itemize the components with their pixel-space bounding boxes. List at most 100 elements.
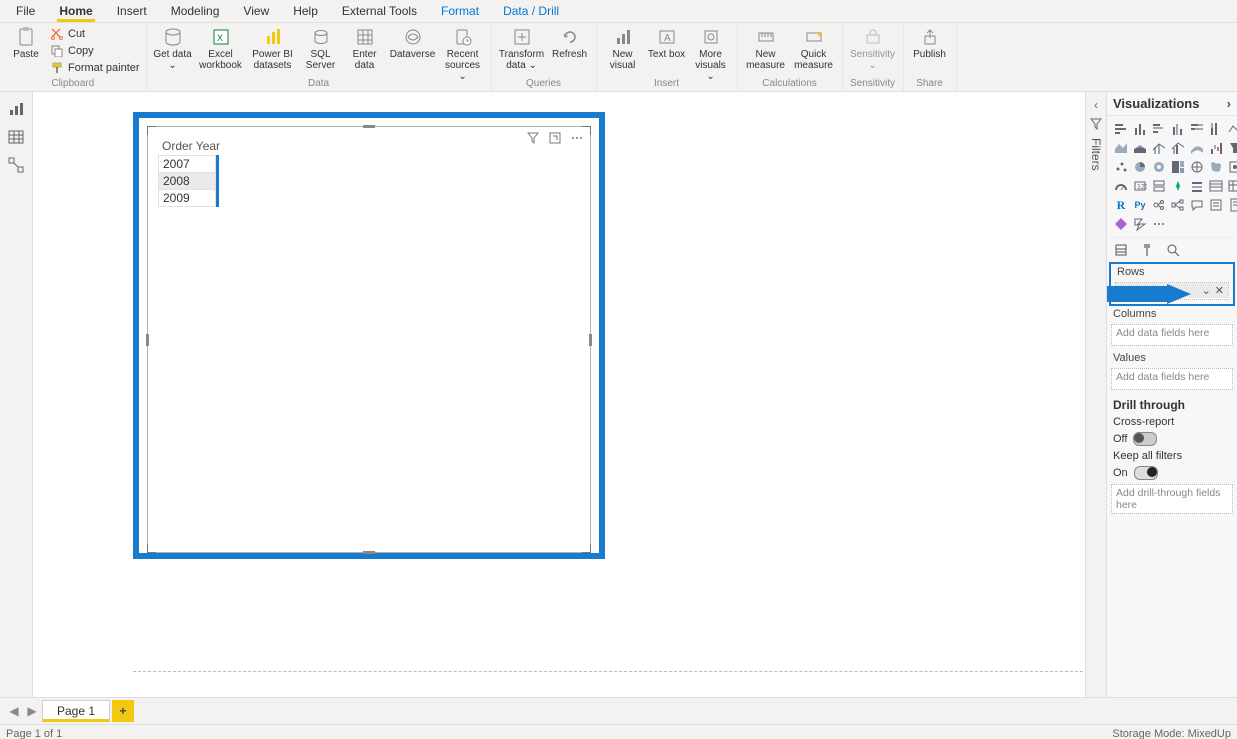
field-chevron-down-icon[interactable]: ⌄ <box>1202 284 1211 297</box>
page-prev-button[interactable]: ◀ <box>6 704 22 718</box>
powerautomate-icon[interactable] <box>1132 216 1148 232</box>
tab-data-drill[interactable]: Data / Drill <box>491 2 571 22</box>
sensitivity-button[interactable]: Sensitivity ⌄ <box>849 23 897 71</box>
report-page[interactable]: Order Year 2007 2008 2009 <box>133 112 1085 672</box>
waterfall-icon[interactable] <box>1208 140 1224 156</box>
powerapps-icon[interactable] <box>1113 216 1129 232</box>
clustered-bar-icon[interactable] <box>1151 121 1167 137</box>
refresh-button[interactable]: Refresh <box>550 23 590 60</box>
paste-label: Paste <box>13 49 39 60</box>
smart-narrative-icon[interactable] <box>1208 197 1224 213</box>
treemap-icon[interactable] <box>1170 159 1186 175</box>
tab-modeling[interactable]: Modeling <box>159 2 232 22</box>
fields-tab-icon[interactable] <box>1113 242 1129 258</box>
tab-view[interactable]: View <box>231 2 281 22</box>
publish-button[interactable]: Publish <box>910 23 950 60</box>
filled-map-icon[interactable] <box>1208 159 1224 175</box>
qa-visual-icon[interactable] <box>1189 197 1205 213</box>
funnel-icon[interactable] <box>1227 140 1237 156</box>
cell-2007[interactable]: 2007 <box>159 156 216 173</box>
collapse-visualizations-icon[interactable]: › <box>1227 96 1231 111</box>
cell-2009[interactable]: 2009 <box>159 190 216 207</box>
expand-filters-icon[interactable]: ‹ <box>1094 98 1098 112</box>
tab-format[interactable]: Format <box>429 2 491 22</box>
drillthrough-well[interactable]: Add drill-through fields here <box>1111 484 1233 514</box>
more-options-icon[interactable] <box>570 131 584 145</box>
ribbon-chart-icon[interactable] <box>1189 140 1205 156</box>
paginated-report-icon[interactable] <box>1227 197 1237 213</box>
recent-sources-button[interactable]: Recent sources ⌄ <box>441 23 485 82</box>
azure-map-icon[interactable] <box>1227 159 1237 175</box>
scatter-icon[interactable] <box>1113 159 1129 175</box>
transform-data-button[interactable]: Transform data ⌄ <box>498 23 546 71</box>
tab-home[interactable]: Home <box>47 2 104 22</box>
dataverse-button[interactable]: Dataverse <box>389 23 437 60</box>
text-box-button[interactable]: A Text box <box>647 23 687 60</box>
enter-data-button[interactable]: Enter data <box>345 23 385 71</box>
get-more-visuals-icon[interactable] <box>1151 216 1167 232</box>
key-influencers-icon[interactable] <box>1151 197 1167 213</box>
tab-external-tools[interactable]: External Tools <box>330 2 429 22</box>
area-chart-icon[interactable] <box>1113 140 1129 156</box>
filters-funnel-icon[interactable] <box>1090 118 1102 130</box>
pie-icon[interactable] <box>1132 159 1148 175</box>
report-view-button[interactable] <box>7 100 25 118</box>
add-page-button[interactable]: + <box>112 700 134 722</box>
page-tab-1[interactable]: Page 1 <box>42 700 110 722</box>
quick-measure-button[interactable]: Quick measure <box>792 23 836 71</box>
visual-filter-icon[interactable] <box>526 131 540 145</box>
map-icon[interactable] <box>1189 159 1205 175</box>
new-measure-button[interactable]: New measure <box>744 23 788 71</box>
gauge-icon[interactable] <box>1113 178 1129 194</box>
decomposition-tree-icon[interactable] <box>1170 197 1186 213</box>
new-visual-button[interactable]: New visual <box>603 23 643 71</box>
cross-report-toggle[interactable] <box>1133 432 1157 446</box>
cut-button[interactable]: Cut <box>50 25 140 42</box>
more-visuals-button[interactable]: More visuals ⌄ <box>691 23 731 82</box>
stacked-column-icon[interactable] <box>1132 121 1148 137</box>
table-icon[interactable] <box>1208 178 1224 194</box>
hundred-stacked-column-icon[interactable] <box>1208 121 1224 137</box>
analytics-tab-icon[interactable] <box>1165 242 1181 258</box>
hundred-stacked-bar-icon[interactable] <box>1189 121 1205 137</box>
sql-server-button[interactable]: SQL Server <box>301 23 341 71</box>
tab-insert[interactable]: Insert <box>105 2 159 22</box>
clustered-column-icon[interactable] <box>1170 121 1186 137</box>
matrix-table[interactable]: 2007 2008 2009 <box>158 155 216 207</box>
get-data-button[interactable]: Get data ⌄ <box>153 23 193 71</box>
data-view-button[interactable] <box>7 128 25 146</box>
page-next-button[interactable]: ▶ <box>24 704 40 718</box>
stacked-area-icon[interactable] <box>1132 140 1148 156</box>
stacked-bar-icon[interactable] <box>1113 121 1129 137</box>
format-tab-icon[interactable] <box>1139 242 1155 258</box>
r-visual-icon[interactable]: R <box>1113 197 1129 213</box>
report-canvas[interactable]: Order Year 2007 2008 2009 <box>33 92 1085 697</box>
donut-icon[interactable] <box>1151 159 1167 175</box>
card-icon[interactable]: 123 <box>1132 178 1148 194</box>
matrix-icon[interactable] <box>1227 178 1237 194</box>
cell-2008[interactable]: 2008 <box>159 173 216 190</box>
line-chart-icon[interactable] <box>1227 121 1237 137</box>
field-remove-icon[interactable]: ✕ <box>1215 284 1224 297</box>
filters-label[interactable]: Filters <box>1089 138 1103 171</box>
pbi-datasets-button[interactable]: Power BI datasets <box>249 23 297 71</box>
multi-row-card-icon[interactable] <box>1151 178 1167 194</box>
tab-file[interactable]: File <box>4 2 47 22</box>
model-view-button[interactable] <box>7 156 25 174</box>
keep-filters-toggle[interactable] <box>1134 466 1158 480</box>
copy-button[interactable]: Copy <box>50 42 140 59</box>
focus-mode-icon[interactable] <box>548 131 562 145</box>
tab-help[interactable]: Help <box>281 2 330 22</box>
line-clustered-column-icon[interactable] <box>1170 140 1186 156</box>
line-stacked-column-icon[interactable] <box>1151 140 1167 156</box>
python-visual-icon[interactable]: Py <box>1132 197 1148 213</box>
slicer-icon[interactable] <box>1189 178 1205 194</box>
paste-button[interactable]: Paste <box>6 23 46 60</box>
format-painter-button[interactable]: Format painter <box>50 59 140 76</box>
database-icon <box>163 27 183 47</box>
columns-well[interactable]: Add data fields here <box>1111 324 1233 346</box>
excel-workbook-button[interactable]: X Excel workbook <box>197 23 245 71</box>
matrix-visual[interactable]: Order Year 2007 2008 2009 <box>147 126 591 553</box>
values-well[interactable]: Add data fields here <box>1111 368 1233 390</box>
kpi-icon[interactable] <box>1170 178 1186 194</box>
